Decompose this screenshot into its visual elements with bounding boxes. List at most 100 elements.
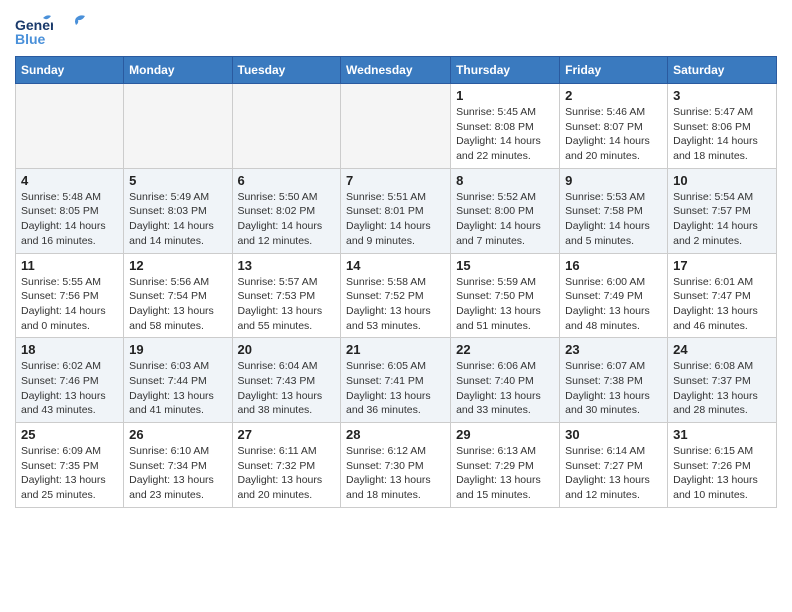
week-row-5: 25Sunrise: 6:09 AM Sunset: 7:35 PM Dayli… bbox=[16, 423, 777, 508]
day-info: Sunrise: 6:04 AM Sunset: 7:43 PM Dayligh… bbox=[238, 359, 336, 418]
day-number: 18 bbox=[21, 342, 118, 357]
day-number: 11 bbox=[21, 258, 118, 273]
calendar-cell: 29 Sunrise: 6:13 AM Sunset: 7:29 PM Dayli… bbox=[451, 423, 560, 508]
day-number: 24 bbox=[673, 342, 771, 357]
calendar-cell bbox=[16, 84, 124, 169]
calendar-cell: 18 Sunrise: 6:02 AM Sunset: 7:46 PM Dayli… bbox=[16, 338, 124, 423]
calendar-cell: 30 Sunrise: 6:14 AM Sunset: 7:27 PM Dayli… bbox=[560, 423, 668, 508]
day-info: Sunrise: 6:05 AM Sunset: 7:41 PM Dayligh… bbox=[346, 359, 445, 418]
day-number: 12 bbox=[129, 258, 226, 273]
day-info: Sunrise: 5:53 AM Sunset: 7:58 PM Dayligh… bbox=[565, 190, 662, 249]
day-number: 13 bbox=[238, 258, 336, 273]
col-sunday: Sunday bbox=[16, 57, 124, 84]
day-info: Sunrise: 5:50 AM Sunset: 8:02 PM Dayligh… bbox=[238, 190, 336, 249]
day-info: Sunrise: 5:57 AM Sunset: 7:53 PM Dayligh… bbox=[238, 275, 336, 334]
week-row-3: 11 Sunrise: 5:55 AM Sunset: 7:56 PM Dayli… bbox=[16, 253, 777, 338]
day-info: Sunrise: 6:09 AM Sunset: 7:35 PM Dayligh… bbox=[21, 444, 118, 503]
day-number: 15 bbox=[456, 258, 554, 273]
calendar-cell: 28 Sunrise: 6:12 AM Sunset: 7:30 PM Dayli… bbox=[341, 423, 451, 508]
calendar-cell: 24 Sunrise: 6:08 AM Sunset: 7:37 PM Dayli… bbox=[668, 338, 777, 423]
calendar-cell: 22 Sunrise: 6:06 AM Sunset: 7:40 PM Dayli… bbox=[451, 338, 560, 423]
calendar-cell: 5 Sunrise: 5:49 AM Sunset: 8:03 PM Daylig… bbox=[124, 168, 232, 253]
calendar-cell: 14 Sunrise: 5:58 AM Sunset: 7:52 PM Dayli… bbox=[341, 253, 451, 338]
day-number: 29 bbox=[456, 427, 554, 442]
calendar-cell: 7Sunrise: 5:51 AM Sunset: 8:01 PM Daylig… bbox=[341, 168, 451, 253]
day-info: Sunrise: 6:06 AM Sunset: 7:40 PM Dayligh… bbox=[456, 359, 554, 418]
day-number: 20 bbox=[238, 342, 336, 357]
day-info: Sunrise: 6:13 AM Sunset: 7:29 PM Dayligh… bbox=[456, 444, 554, 503]
calendar-cell bbox=[232, 84, 341, 169]
day-info: Sunrise: 5:55 AM Sunset: 7:56 PM Dayligh… bbox=[21, 275, 118, 334]
day-number: 14 bbox=[346, 258, 445, 273]
day-info: Sunrise: 6:03 AM Sunset: 7:44 PM Dayligh… bbox=[129, 359, 226, 418]
day-info: Sunrise: 6:00 AM Sunset: 7:49 PM Dayligh… bbox=[565, 275, 662, 334]
col-saturday: Saturday bbox=[668, 57, 777, 84]
day-info: Sunrise: 6:12 AM Sunset: 7:30 PM Dayligh… bbox=[346, 444, 445, 503]
calendar-cell: 2 Sunrise: 5:46 AM Sunset: 8:07 PM Daylig… bbox=[560, 84, 668, 169]
day-info: Sunrise: 6:11 AM Sunset: 7:32 PM Dayligh… bbox=[238, 444, 336, 503]
week-row-2: 4 Sunrise: 5:48 AM Sunset: 8:05 PM Daylig… bbox=[16, 168, 777, 253]
calendar-cell: 27 Sunrise: 6:11 AM Sunset: 7:32 PM Dayli… bbox=[232, 423, 341, 508]
day-info: Sunrise: 6:08 AM Sunset: 7:37 PM Dayligh… bbox=[673, 359, 771, 418]
day-info: Sunrise: 5:48 AM Sunset: 8:05 PM Dayligh… bbox=[21, 190, 118, 249]
calendar-cell: 15 Sunrise: 5:59 AM Sunset: 7:50 PM Dayli… bbox=[451, 253, 560, 338]
day-number: 26 bbox=[129, 427, 226, 442]
page-header: General Blue bbox=[15, 10, 777, 48]
day-number: 22 bbox=[456, 342, 554, 357]
calendar-header-row: Sunday Monday Tuesday Wednesday Thursday… bbox=[16, 57, 777, 84]
day-info: Sunrise: 6:02 AM Sunset: 7:46 PM Dayligh… bbox=[21, 359, 118, 418]
week-row-1: 1 Sunrise: 5:45 AM Sunset: 8:08 PM Daylig… bbox=[16, 84, 777, 169]
day-number: 8 bbox=[456, 173, 554, 188]
calendar-cell: 17 Sunrise: 6:01 AM Sunset: 7:47 PM Dayli… bbox=[668, 253, 777, 338]
day-info: Sunrise: 6:15 AM Sunset: 7:26 PM Dayligh… bbox=[673, 444, 771, 503]
day-info: Sunrise: 6:14 AM Sunset: 7:27 PM Dayligh… bbox=[565, 444, 662, 503]
col-thursday: Thursday bbox=[451, 57, 560, 84]
svg-text:Blue: Blue bbox=[15, 31, 46, 47]
calendar-cell: 11 Sunrise: 5:55 AM Sunset: 7:56 PM Dayli… bbox=[16, 253, 124, 338]
calendar-cell: 10 Sunrise: 5:54 AM Sunset: 7:57 PM Dayli… bbox=[668, 168, 777, 253]
day-number: 19 bbox=[129, 342, 226, 357]
day-number: 2 bbox=[565, 88, 662, 103]
calendar-cell: 6 Sunrise: 5:50 AM Sunset: 8:02 PM Daylig… bbox=[232, 168, 341, 253]
day-info: Sunrise: 5:59 AM Sunset: 7:50 PM Dayligh… bbox=[456, 275, 554, 334]
day-number: 17 bbox=[673, 258, 771, 273]
calendar-cell: 26Sunrise: 6:10 AM Sunset: 7:34 PM Dayli… bbox=[124, 423, 232, 508]
day-info: Sunrise: 5:58 AM Sunset: 7:52 PM Dayligh… bbox=[346, 275, 445, 334]
day-number: 3 bbox=[673, 88, 771, 103]
day-info: Sunrise: 6:01 AM Sunset: 7:47 PM Dayligh… bbox=[673, 275, 771, 334]
col-monday: Monday bbox=[124, 57, 232, 84]
bird-icon bbox=[65, 13, 87, 35]
day-number: 10 bbox=[673, 173, 771, 188]
day-number: 5 bbox=[129, 173, 226, 188]
calendar-cell: 31Sunrise: 6:15 AM Sunset: 7:26 PM Dayli… bbox=[668, 423, 777, 508]
calendar-cell bbox=[341, 84, 451, 169]
calendar-cell: 12 Sunrise: 5:56 AM Sunset: 7:54 PM Dayli… bbox=[124, 253, 232, 338]
day-info: Sunrise: 5:49 AM Sunset: 8:03 PM Dayligh… bbox=[129, 190, 226, 249]
calendar-cell: 8Sunrise: 5:52 AM Sunset: 8:00 PM Daylig… bbox=[451, 168, 560, 253]
day-info: Sunrise: 5:54 AM Sunset: 7:57 PM Dayligh… bbox=[673, 190, 771, 249]
week-row-4: 18 Sunrise: 6:02 AM Sunset: 7:46 PM Dayli… bbox=[16, 338, 777, 423]
col-wednesday: Wednesday bbox=[341, 57, 451, 84]
logo: General Blue bbox=[15, 10, 87, 48]
calendar-cell: 4 Sunrise: 5:48 AM Sunset: 8:05 PM Daylig… bbox=[16, 168, 124, 253]
calendar-cell bbox=[124, 84, 232, 169]
day-number: 1 bbox=[456, 88, 554, 103]
day-info: Sunrise: 5:47 AM Sunset: 8:06 PM Dayligh… bbox=[673, 105, 771, 164]
day-number: 23 bbox=[565, 342, 662, 357]
calendar-cell: 1 Sunrise: 5:45 AM Sunset: 8:08 PM Daylig… bbox=[451, 84, 560, 169]
day-number: 30 bbox=[565, 427, 662, 442]
day-number: 4 bbox=[21, 173, 118, 188]
day-number: 6 bbox=[238, 173, 336, 188]
day-number: 28 bbox=[346, 427, 445, 442]
calendar-cell: 19 Sunrise: 6:03 AM Sunset: 7:44 PM Dayli… bbox=[124, 338, 232, 423]
day-number: 16 bbox=[565, 258, 662, 273]
calendar-cell: 13 Sunrise: 5:57 AM Sunset: 7:53 PM Dayli… bbox=[232, 253, 341, 338]
day-number: 9 bbox=[565, 173, 662, 188]
day-info: Sunrise: 5:56 AM Sunset: 7:54 PM Dayligh… bbox=[129, 275, 226, 334]
calendar-cell: 23Sunrise: 6:07 AM Sunset: 7:38 PM Dayli… bbox=[560, 338, 668, 423]
day-number: 27 bbox=[238, 427, 336, 442]
day-info: Sunrise: 5:45 AM Sunset: 8:08 PM Dayligh… bbox=[456, 105, 554, 164]
col-tuesday: Tuesday bbox=[232, 57, 341, 84]
day-number: 21 bbox=[346, 342, 445, 357]
day-info: Sunrise: 5:46 AM Sunset: 8:07 PM Dayligh… bbox=[565, 105, 662, 164]
